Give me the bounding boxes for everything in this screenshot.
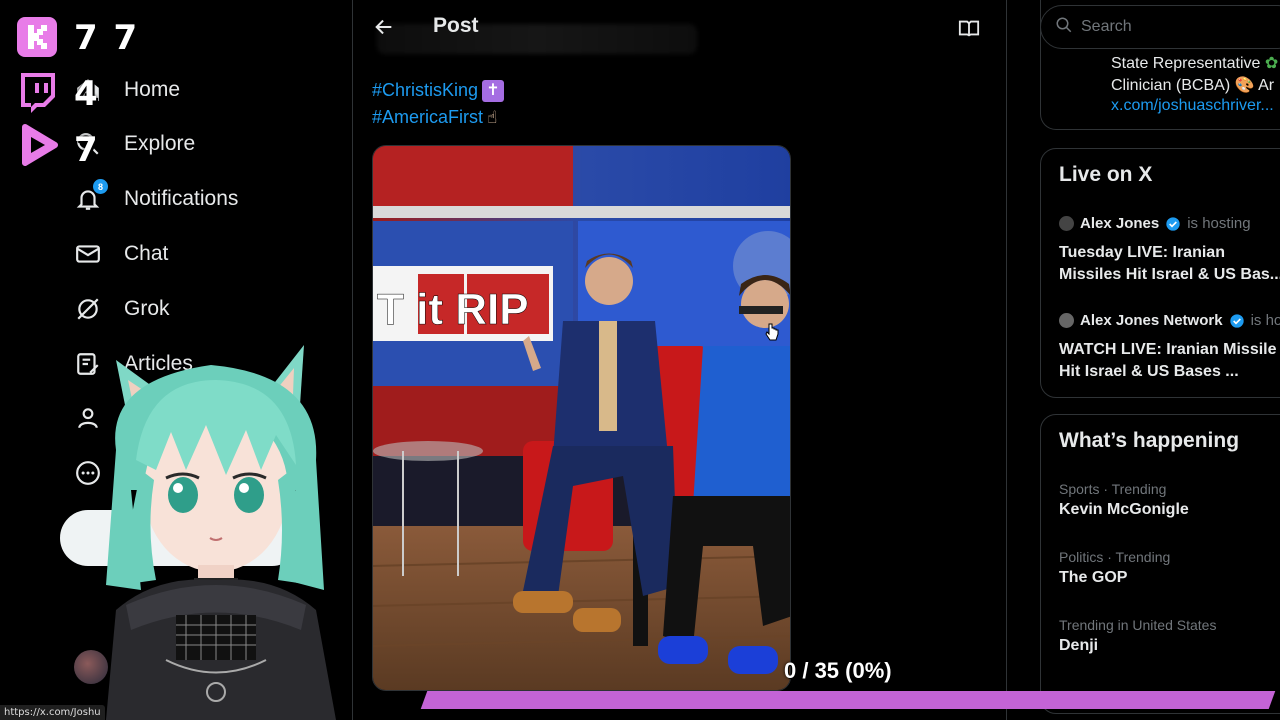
profile-bio-card: State Representative ✿ Clinician (BCBA) … <box>1040 0 1280 130</box>
host-name: Alex Jones <box>1080 215 1160 232</box>
post-header: Post <box>353 0 1006 56</box>
happening-card-title: What’s happening <box>1059 429 1240 452</box>
trend-meta: Politics · Trending <box>1059 549 1171 565</box>
leaf-emoji-icon: ✿ <box>1264 55 1279 72</box>
right-sidebar: Search State Representative ✿ Clinician … <box>1008 0 1280 720</box>
bio-line-2-text: Clinician (BCBA) <box>1111 77 1231 94</box>
host-status: is hos <box>1250 312 1280 329</box>
nav-label-chat: Chat <box>124 242 169 265</box>
live-on-x-card: Live on X Alex Jones is hosting Tuesday … <box>1040 148 1280 398</box>
nav-label-home: Home <box>124 78 181 101</box>
kick-play-viewer-count: 7 <box>74 130 100 170</box>
bio-line-1-text: State Representative <box>1111 55 1261 72</box>
host-avatar <box>1059 313 1074 328</box>
kick-play-icon <box>14 122 60 168</box>
vtuber-avatar <box>86 340 346 720</box>
live-host-row[interactable]: Alex Jones Network is hos <box>1059 312 1280 329</box>
trend-name[interactable]: Denji <box>1059 637 1098 655</box>
hand-cursor-icon <box>765 323 779 341</box>
host-status: is hosting <box>1187 215 1251 232</box>
blurred-header-area <box>377 24 697 54</box>
trend-name[interactable]: Kevin McGonigle <box>1059 501 1189 519</box>
hashtag-text[interactable]: #ChristisKing <box>372 80 478 100</box>
page-title: Post <box>433 14 479 37</box>
palette-emoji-icon: 🎨 <box>1234 77 1255 94</box>
status-url-tooltip: https://x.com/Joshu <box>0 705 105 720</box>
live-stream-title[interactable]: Hit Israel & US Bases ... <box>1059 361 1239 383</box>
cross-emoji-icon: ✝ <box>482 80 505 103</box>
verified-badge-icon <box>1166 216 1180 231</box>
back-arrow-icon[interactable] <box>373 16 397 40</box>
nav-item-notifications[interactable]: 8 Notifications <box>74 179 238 219</box>
goal-progress-bar <box>420 691 1276 709</box>
bio-line-2-suffix: Ar <box>1258 77 1275 94</box>
stream-overlay <box>14 14 64 176</box>
bio-line-2: Clinician (BCBA) 🎨 Ar <box>1111 75 1274 95</box>
trend-name[interactable]: The GOP <box>1059 569 1127 587</box>
kick-icon <box>14 14 60 60</box>
notification-badge: 8 <box>93 179 108 194</box>
reader-mode-icon[interactable] <box>958 17 980 44</box>
nav-item-grok[interactable]: Grok <box>74 289 170 329</box>
bio-line-1: State Representative ✿ <box>1111 53 1278 73</box>
envelope-icon <box>74 240 102 268</box>
live-card-title: Live on X <box>1059 163 1153 186</box>
index-finger-emoji-icon: ☝ <box>487 108 498 127</box>
host-avatar <box>1059 216 1074 231</box>
nav-label-explore: Explore <box>124 132 196 155</box>
bell-icon: 8 <box>74 179 108 213</box>
bio-link[interactable]: x.com/joshuaschriver... <box>1111 97 1274 115</box>
twitch-icon <box>14 68 60 114</box>
live-stream-title[interactable]: Tuesday LIVE: Iranian <box>1059 242 1225 264</box>
nav-item-chat[interactable]: Chat <box>74 234 168 274</box>
live-stream-title[interactable]: Missiles Hit Israel & US Bas... <box>1059 264 1280 286</box>
grok-icon <box>74 295 102 323</box>
live-stream-title[interactable]: WATCH LIVE: Iranian Missile <box>1059 339 1277 361</box>
nav-label-grok: Grok <box>124 297 170 320</box>
kick-viewer-count: 7 7 <box>74 18 140 58</box>
goal-progress-text: 0 / 35 (0%) <box>784 658 892 683</box>
post-photo[interactable]: T it RIP <box>372 145 791 691</box>
verified-badge-icon <box>1229 313 1244 328</box>
nav-label-notifications: Notifications <box>124 187 239 210</box>
twitch-viewer-count: 4 <box>74 74 100 114</box>
live-host-row[interactable]: Alex Jones is hosting <box>1059 215 1251 232</box>
whats-happening-card: What’s happening Sports · Trending Kevin… <box>1040 414 1280 714</box>
host-name: Alex Jones Network <box>1080 312 1223 329</box>
trend-meta: Sports · Trending <box>1059 481 1167 497</box>
trend-meta: Trending in United States <box>1059 617 1217 633</box>
hashtag-link[interactable]: #AmericaFirst ☝ <box>372 107 497 128</box>
hashtag-text[interactable]: #AmericaFirst <box>372 107 483 127</box>
hashtag-link[interactable]: #ChristisKing ✝ <box>372 80 505 103</box>
main-column: Post #ChristisKing ✝ #AmericaFirst ☝ T i… <box>352 0 1007 720</box>
studio-sign-text: T it RIP <box>377 285 529 334</box>
